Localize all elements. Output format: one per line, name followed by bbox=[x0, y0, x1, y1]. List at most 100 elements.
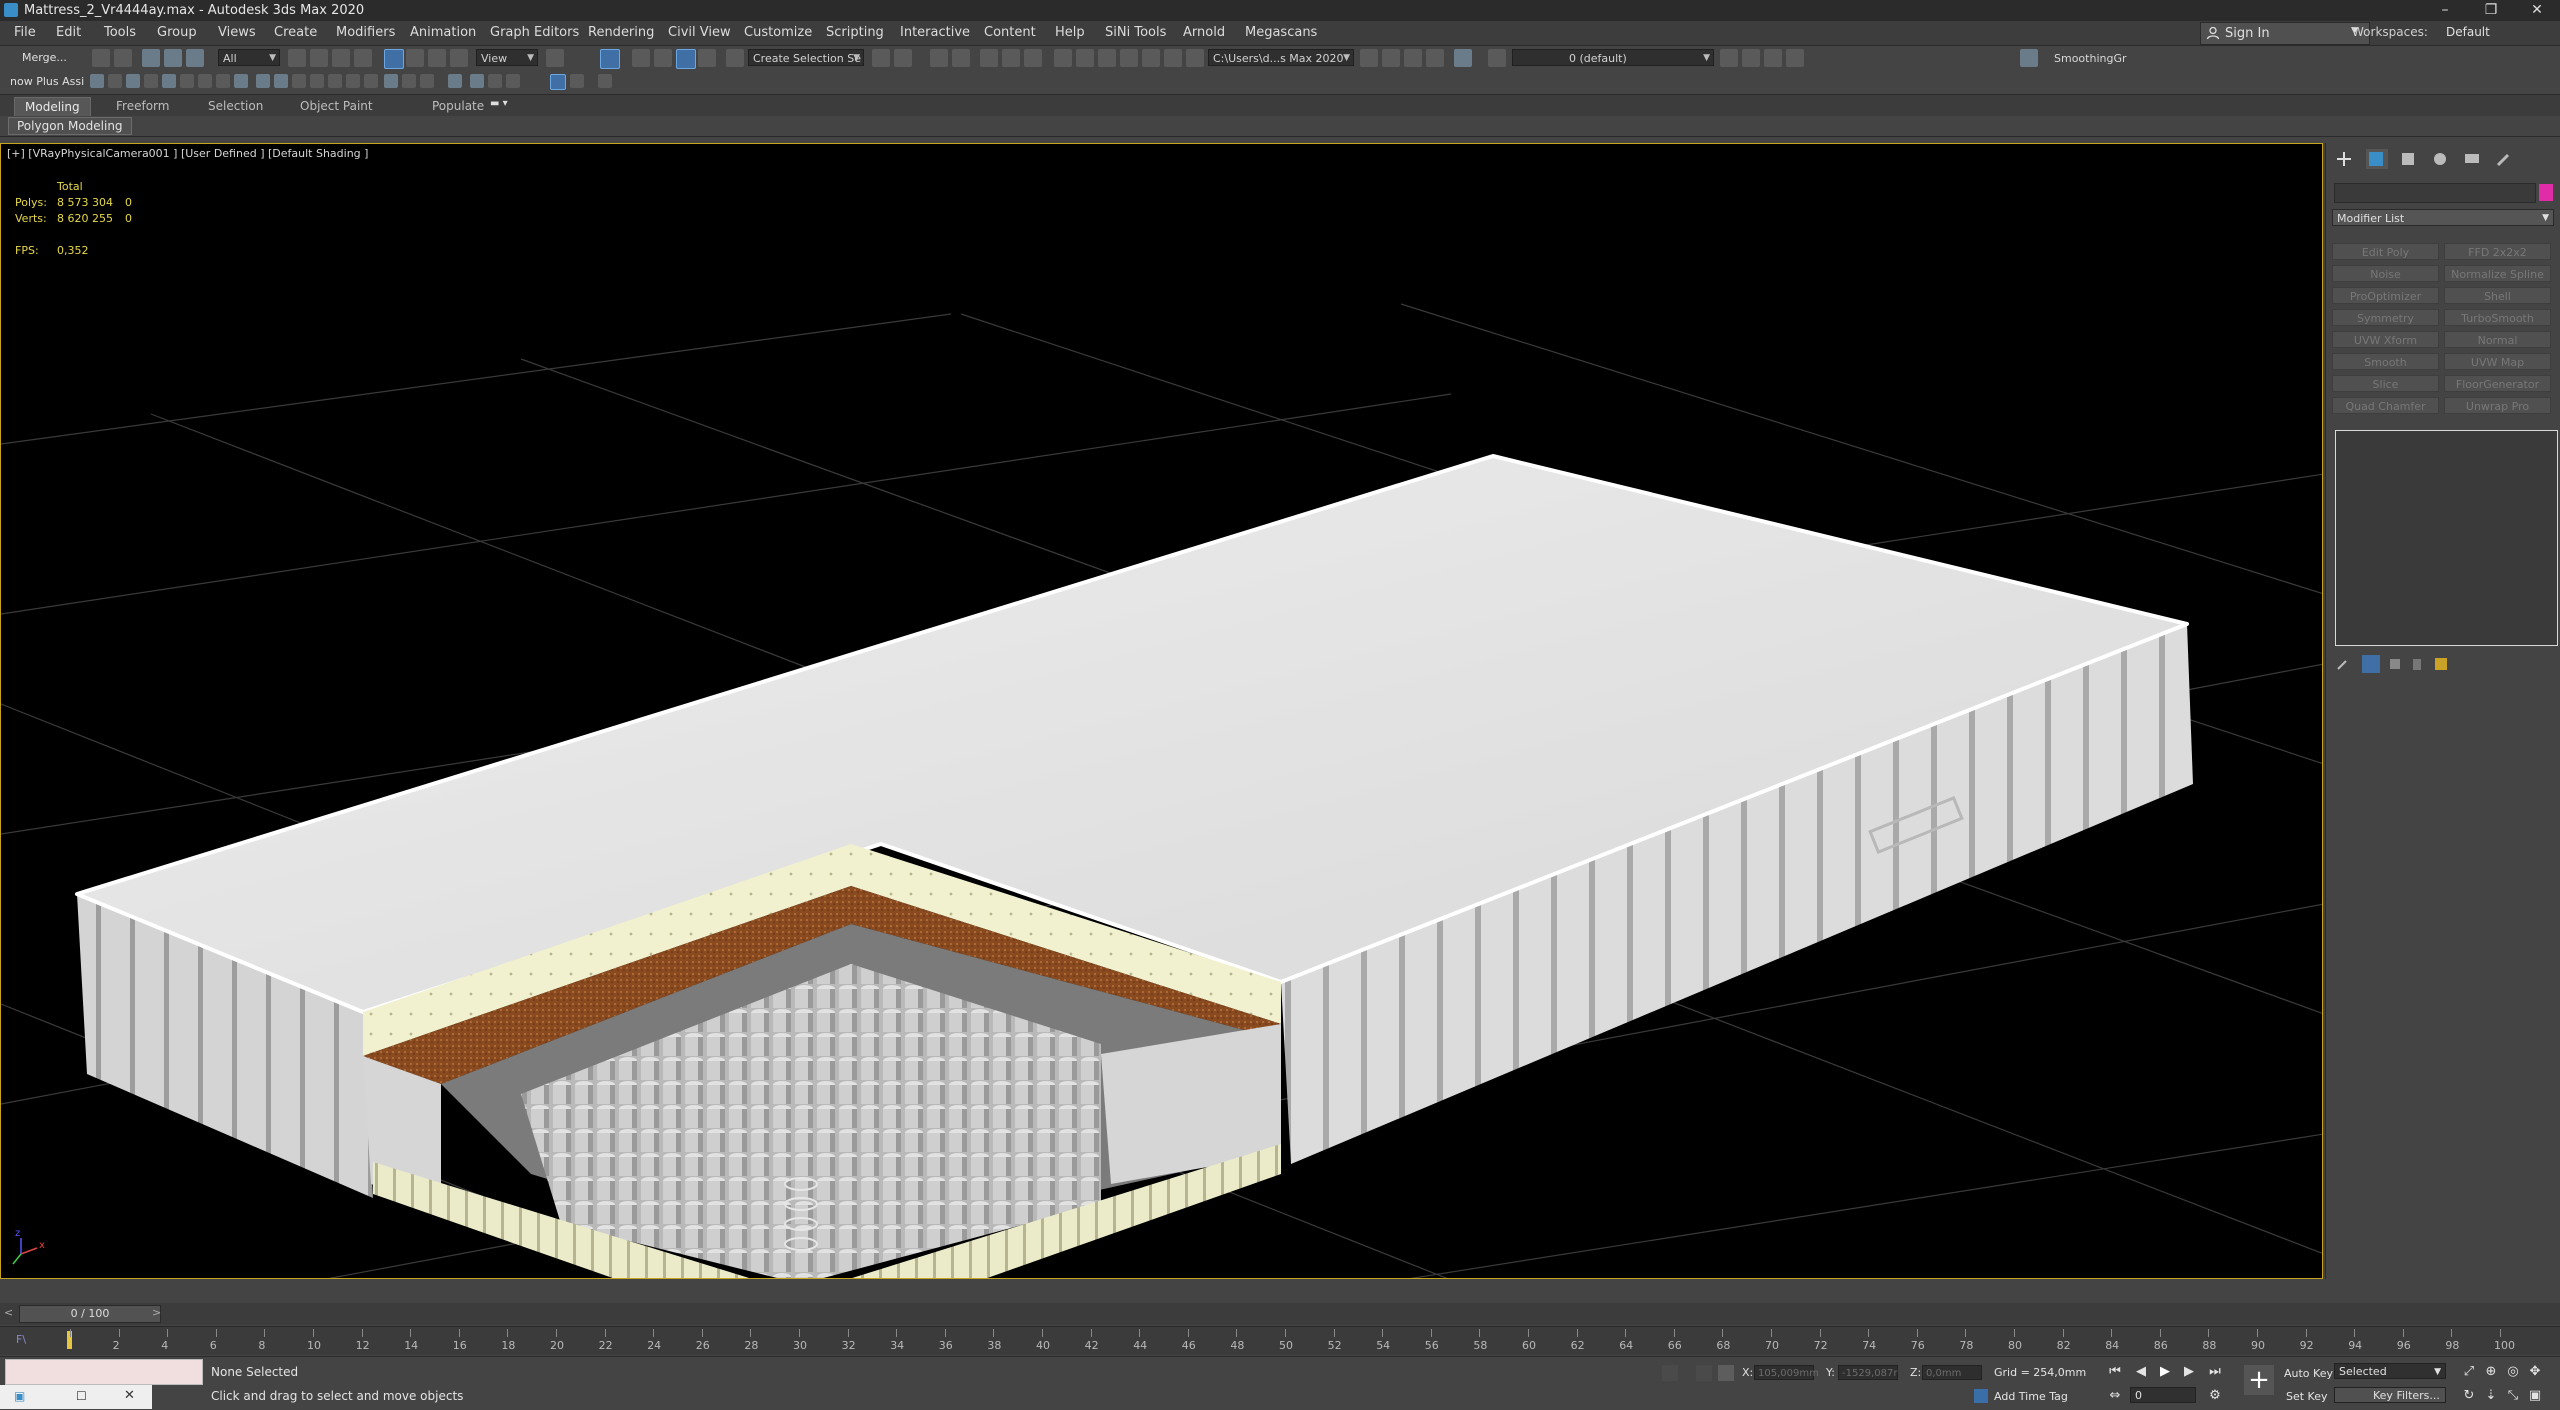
menu-views[interactable]: Views bbox=[218, 25, 256, 40]
project-new-icon[interactable] bbox=[1404, 49, 1422, 67]
menu-create[interactable]: Create bbox=[274, 25, 317, 40]
scene-explorer-icon[interactable] bbox=[930, 49, 948, 67]
remove-modifier-icon[interactable] bbox=[2408, 655, 2426, 673]
layer-toggle-icon[interactable] bbox=[1786, 49, 1804, 67]
key-filters-button[interactable]: Key Filters... bbox=[2334, 1387, 2446, 1403]
modifier-slice-button[interactable]: Slice bbox=[2332, 375, 2439, 392]
schematic-view-icon[interactable] bbox=[1024, 49, 1042, 67]
menu-edit[interactable]: Edit bbox=[56, 25, 81, 40]
scale-icon[interactable] bbox=[428, 49, 446, 67]
previous-frame-icon[interactable]: ◀ bbox=[2132, 1363, 2150, 1381]
reference-coord-dropdown[interactable]: View ▼ bbox=[476, 49, 538, 66]
modifier-prooptimizer-button[interactable]: ProOptimizer bbox=[2332, 287, 2439, 304]
named-selection-dropdown[interactable]: Create Selection Se ▼ bbox=[748, 49, 864, 66]
go-to-start-icon[interactable]: ⏮ bbox=[2106, 1363, 2124, 1381]
time-config-icon[interactable]: ⚙ bbox=[2206, 1387, 2224, 1405]
motion-tab-icon[interactable] bbox=[2430, 149, 2452, 169]
object-name-field[interactable] bbox=[2334, 183, 2536, 203]
teapot-icon[interactable] bbox=[234, 74, 248, 88]
menu-civil-view[interactable]: Civil View bbox=[668, 25, 731, 40]
menu-rendering[interactable]: Rendering bbox=[588, 25, 654, 40]
hedra-icon[interactable] bbox=[364, 74, 378, 88]
go-to-end-icon[interactable]: ⏭ bbox=[2206, 1363, 2224, 1381]
plane-icon[interactable] bbox=[274, 74, 288, 88]
link-icon[interactable] bbox=[142, 49, 160, 67]
modifier-symmetry-button[interactable]: Symmetry bbox=[2332, 309, 2439, 326]
modifier-list-dropdown[interactable]: Modifier List ▼ bbox=[2332, 209, 2554, 226]
select-manipulate-icon[interactable] bbox=[600, 49, 620, 69]
modifier-uvw-xform-button[interactable]: UVW Xform bbox=[2332, 331, 2439, 348]
pyramid-icon[interactable] bbox=[292, 74, 306, 88]
modifier-noise-button[interactable]: Noise bbox=[2332, 265, 2439, 282]
close-button[interactable]: ✕ bbox=[2514, 0, 2560, 21]
menu-modifiers[interactable]: Modifiers bbox=[336, 25, 395, 40]
lock-selection-icon[interactable] bbox=[1662, 1365, 1678, 1381]
set-current-layer-icon[interactable] bbox=[1764, 49, 1782, 67]
render-online-icon[interactable] bbox=[1164, 49, 1182, 67]
project-folder-dropdown[interactable]: C:\Users\d...s Max 2020 ▼ bbox=[1208, 49, 1354, 66]
bind-space-warp-icon[interactable] bbox=[186, 49, 204, 67]
pin-stack-icon[interactable] bbox=[2334, 655, 2352, 673]
field-of-view-icon[interactable]: ◎ bbox=[2504, 1363, 2522, 1381]
particles-icon[interactable] bbox=[126, 74, 140, 88]
auto-key-button[interactable]: Auto Key bbox=[2284, 1367, 2333, 1380]
object-color-swatch[interactable] bbox=[2539, 184, 2553, 201]
render-iterative-icon[interactable] bbox=[1142, 49, 1160, 67]
zoom-extents-icon[interactable]: ⤢ bbox=[2460, 1363, 2478, 1381]
menu-sini-tools[interactable]: SiNi Tools bbox=[1105, 25, 1166, 40]
modifier-smooth-button[interactable]: Smooth bbox=[2332, 353, 2439, 370]
modify-tab-icon[interactable] bbox=[2366, 149, 2388, 169]
y-coordinate-field[interactable]: -1529,087r bbox=[1838, 1365, 1898, 1380]
assist-label[interactable]: now Plus Assi bbox=[10, 75, 84, 88]
modifier-stack[interactable] bbox=[2335, 430, 2558, 646]
cone-icon[interactable] bbox=[328, 74, 342, 88]
maximize-viewport-icon[interactable]: ▣ bbox=[2526, 1387, 2544, 1405]
render-production-icon[interactable] bbox=[1120, 49, 1138, 67]
absolute-mode-icon[interactable] bbox=[1718, 1365, 1734, 1381]
lock-icon[interactable] bbox=[1696, 1365, 1712, 1381]
project-save-icon[interactable] bbox=[1382, 49, 1400, 67]
viewport[interactable]: [+] [VRayPhysicalCamera001 ] [User Defin… bbox=[0, 143, 2323, 1279]
workspaces-dropdown[interactable]: Default bbox=[2446, 25, 2490, 39]
show-end-result-icon[interactable] bbox=[2362, 655, 2380, 673]
tab-populate[interactable]: Populate bbox=[422, 97, 494, 115]
modifier-edit-poly-button[interactable]: Edit Poly bbox=[2332, 243, 2439, 260]
play-icon[interactable]: ▶ bbox=[2156, 1363, 2174, 1381]
menu-graph-editors[interactable]: Graph Editors bbox=[490, 25, 579, 40]
modifier-turbosmooth-button[interactable]: TurboSmooth bbox=[2444, 309, 2551, 326]
new-key-icon[interactable]: + bbox=[2244, 1365, 2274, 1395]
sign-in-button[interactable]: Sign In ▼ bbox=[2200, 22, 2370, 45]
curve-editor-icon[interactable] bbox=[1002, 49, 1020, 67]
layer-explorer-icon[interactable] bbox=[952, 49, 970, 67]
modifier-normal-button[interactable]: Normal bbox=[2444, 331, 2551, 348]
select-in-layer-icon[interactable] bbox=[1742, 49, 1760, 67]
light-bulb-icon[interactable] bbox=[402, 74, 416, 88]
cylinder-icon[interactable] bbox=[216, 74, 230, 88]
snap-3d-icon[interactable] bbox=[632, 49, 650, 67]
zoom-all-icon[interactable]: ⤡ bbox=[2504, 1387, 2522, 1405]
render-shortcut-icon[interactable] bbox=[1186, 49, 1204, 67]
modifier-uvw-map-button[interactable]: UVW Map bbox=[2444, 353, 2551, 370]
modifier-unwrap-pro-button[interactable]: Unwrap Pro bbox=[2444, 397, 2551, 414]
close-icon[interactable]: ✕ bbox=[124, 1388, 135, 1403]
material-editor-icon[interactable] bbox=[1054, 49, 1072, 67]
render-setup-icon[interactable] bbox=[1076, 49, 1094, 67]
time-slider[interactable]: 0 / 100 bbox=[19, 1305, 161, 1323]
helper-icon[interactable] bbox=[420, 74, 434, 88]
move-icon[interactable] bbox=[384, 49, 404, 69]
light-icon[interactable] bbox=[90, 74, 104, 88]
key-mode-icon[interactable]: ⇔ bbox=[2106, 1387, 2124, 1405]
restore-icon[interactable]: ☐ bbox=[76, 1389, 87, 1403]
add-to-layer-icon[interactable] bbox=[1720, 49, 1738, 67]
current-frame-field[interactable]: 0 bbox=[2130, 1387, 2196, 1403]
select-by-name-icon[interactable] bbox=[310, 49, 328, 67]
modifier-ffd-button[interactable]: FFD 2x2x2 bbox=[2444, 243, 2551, 260]
modifier-shell-button[interactable]: Shell bbox=[2444, 287, 2551, 304]
select-object-icon[interactable] bbox=[288, 49, 306, 67]
tube-icon[interactable] bbox=[310, 74, 324, 88]
pivot-center-icon[interactable] bbox=[546, 49, 564, 67]
menu-animation[interactable]: Animation bbox=[410, 25, 476, 40]
geosphere-icon[interactable] bbox=[346, 74, 360, 88]
menu-content[interactable]: Content bbox=[984, 25, 1036, 40]
project-open-icon[interactable] bbox=[1360, 49, 1378, 67]
